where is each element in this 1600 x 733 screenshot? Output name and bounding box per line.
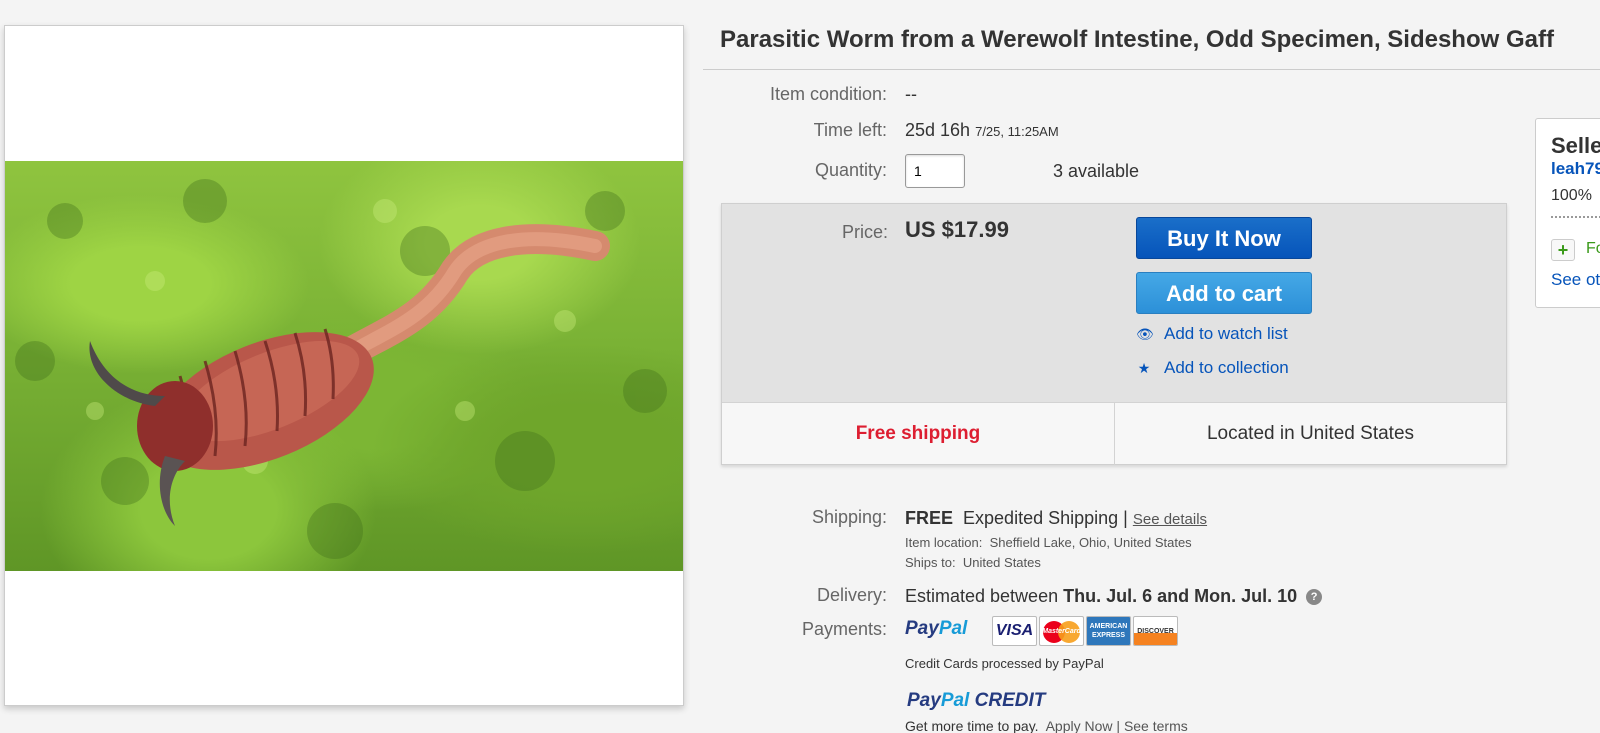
price-label: Price: xyxy=(841,222,888,242)
ships-to-label: Ships to: xyxy=(905,555,956,570)
seller-feedback: 100% xyxy=(1551,187,1592,204)
discover-icon: DISCOVER xyxy=(1133,616,1178,646)
paypal-credit-logo: PayPal CREDIT xyxy=(907,690,1046,711)
credit-card-note: Credit Cards processed by PayPal xyxy=(905,656,1104,671)
eye-icon: 👁 xyxy=(1136,326,1154,342)
follow-seller-link[interactable]: Follow this seller xyxy=(1586,240,1600,258)
see-other-items-link[interactable]: See other items xyxy=(1551,270,1600,290)
seller-info-panel: Seller information leah79 100% + Follow … xyxy=(1535,118,1600,308)
item-photo[interactable] xyxy=(5,161,683,571)
item-image-panel[interactable] xyxy=(4,25,684,706)
ships-to: Ships to: United States xyxy=(905,555,1041,570)
available-count: 3 available xyxy=(1053,161,1140,181)
time-left-end: 7/25, 11:25AM xyxy=(975,124,1059,139)
free-shipping-badge: Free shipping xyxy=(855,423,981,444)
item-location: Item location: Sheffield Lake, Ohio, Uni… xyxy=(905,535,1192,550)
delivery-label: Delivery: xyxy=(816,585,887,605)
add-to-collection-link[interactable]: ★ Add to collection xyxy=(1136,358,1289,378)
item-location-value: Sheffield Lake, Ohio, United States xyxy=(989,535,1192,550)
paypal-credit-line: Get more time to pay. Apply Now | See te… xyxy=(905,718,1188,733)
title-divider xyxy=(703,69,1600,70)
quantity-label: Quantity: xyxy=(814,160,887,180)
worm-illustration xyxy=(15,179,667,559)
ships-to-value: United States xyxy=(962,555,1041,570)
apply-now-link[interactable]: Apply Now xyxy=(1046,718,1113,733)
time-left-duration: 25d 16h xyxy=(905,120,971,140)
visa-icon: VISA xyxy=(992,616,1037,646)
payments-label: Payments: xyxy=(801,619,887,639)
quantity-input[interactable] xyxy=(905,154,965,188)
time-left-value: 25d 16h 7/25, 11:25AM xyxy=(905,120,1059,141)
located-in: Located in United States xyxy=(1206,423,1415,444)
item-location-label: Item location: xyxy=(905,535,983,550)
delivery-estimate: Estimated between Thu. Jul. 6 and Mon. J… xyxy=(905,586,1323,607)
see-details-link[interactable]: See details xyxy=(1133,511,1207,528)
star-icon: ★ xyxy=(1137,360,1151,376)
see-terms-link[interactable]: See terms xyxy=(1124,718,1188,733)
amex-icon: AMERICAN EXPRESS xyxy=(1086,616,1131,646)
item-title: Parasitic Worm from a Werewolf Intestine… xyxy=(720,26,1554,53)
mastercard-icon: MasterCard xyxy=(1039,616,1084,646)
shipping-summary-row: Free shipping Located in United States xyxy=(722,402,1506,465)
collection-label: Add to collection xyxy=(1164,358,1289,377)
condition-value: -- xyxy=(905,84,917,104)
watch-list-label: Add to watch list xyxy=(1164,324,1288,343)
shipping-line: FREE Expedited Shipping | See details xyxy=(905,508,1207,529)
price-value: US $17.99 xyxy=(905,217,1009,242)
seller-divider xyxy=(1551,216,1600,218)
credit-text: Get more time to pay. xyxy=(905,718,1039,733)
help-icon[interactable]: ? xyxy=(1306,589,1323,606)
buy-it-now-button[interactable]: Buy It Now xyxy=(1136,217,1312,259)
add-to-watch-list-link[interactable]: 👁 Add to watch list xyxy=(1136,324,1288,344)
seller-name-link[interactable]: leah79 xyxy=(1551,159,1600,179)
seller-title: Seller information xyxy=(1551,133,1600,158)
card-logos: VISA MasterCard AMERICAN EXPRESS DISCOVE… xyxy=(992,616,1178,646)
delivery-prefix: Estimated between xyxy=(905,586,1059,606)
add-to-cart-button[interactable]: Add to cart xyxy=(1136,272,1312,314)
separator: | xyxy=(1116,718,1121,733)
shipping-label: Shipping: xyxy=(811,507,887,527)
time-left-label: Time left: xyxy=(813,120,887,140)
shipping-free: FREE xyxy=(905,508,954,528)
plus-icon[interactable]: + xyxy=(1551,239,1575,261)
paypal-logo: PayPal xyxy=(905,618,968,639)
condition-label: Item condition: xyxy=(769,84,887,104)
delivery-range: Thu. Jul. 6 and Mon. Jul. 10 xyxy=(1063,586,1298,606)
shipping-method: Expedited Shipping | xyxy=(963,508,1128,528)
price-box: Price: US $17.99 Buy It Now Add to cart … xyxy=(721,203,1507,465)
